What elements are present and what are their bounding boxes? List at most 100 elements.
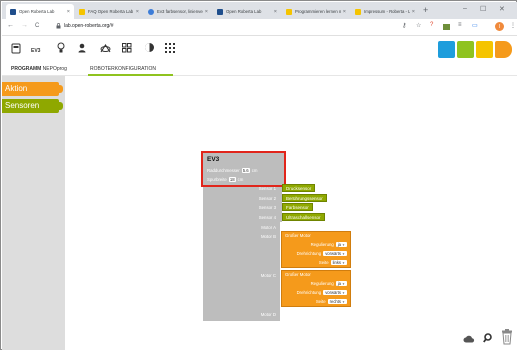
user-icon[interactable] <box>78 43 86 53</box>
gallery-icon[interactable] <box>100 44 111 53</box>
browser-tab-impressum[interactable]: Impressum - Roberta - Le... × <box>351 4 419 19</box>
dropdown-arrow-icon: ▼ <box>342 242 345 247</box>
wheel-diameter-input[interactable]: 5.6 <box>241 168 250 173</box>
editor-tabs: PROGRAMM NEPOprog ROBOTERKONFIGURATION <box>2 63 517 76</box>
tab-robot-configuration-label: ROBOTERKONFIGURATION <box>90 66 157 72</box>
close-tab-icon[interactable]: × <box>274 9 277 15</box>
motor-block-c[interactable]: Großer Motor Regulierung ja ▼ Drehrichtun… <box>281 270 351 307</box>
bookmark-star-icon[interactable]: ☆ <box>416 22 421 29</box>
close-window-button[interactable]: ✕ <box>499 5 505 13</box>
browser-tab-open-roberta-2[interactable]: Open Roberta Lab × <box>213 4 281 19</box>
sensor-block-drucksensor[interactable]: Drucksensor <box>282 184 316 192</box>
direction-row: Drehrichtung vorwärts ▼ <box>297 290 347 295</box>
category-connector <box>58 102 63 110</box>
browser-tab-ev3-farbsensor[interactable]: Ev3 farbsensor, linienver... × <box>144 4 212 19</box>
dropdown-arrow-icon: ▼ <box>342 299 345 304</box>
tab-title: Open Roberta Lab <box>226 9 262 14</box>
cast-icon[interactable]: ▭ <box>472 22 478 29</box>
sensor-block-ultraschallsensor[interactable]: Ultraschallsensor <box>282 213 325 221</box>
motor-port-label: Motor D <box>260 312 276 317</box>
blockly-workspace[interactable]: Aktion Sensoren EV3 Raddurchmesser 5.6 c… <box>2 76 517 350</box>
track-width-input[interactable]: 18 <box>228 177 236 182</box>
roberta-favicon-icon <box>355 8 361 15</box>
close-tab-icon[interactable]: × <box>412 9 415 15</box>
dropdown-value: vorwärts <box>325 251 342 256</box>
ev3-brick-block[interactable]: EV3 Raddurchmesser 5.6 cm Spurbreite 18 … <box>201 151 286 187</box>
side-dropdown[interactable]: links ▼ <box>330 260 347 265</box>
regulation-dropdown[interactable]: ja ▼ <box>335 281 347 286</box>
zoom-icon[interactable] <box>483 333 492 343</box>
logo-block <box>476 41 493 58</box>
sensor-name: Farbsensor <box>286 205 309 210</box>
side-row: Seite rechts ▼ <box>316 299 347 304</box>
side-row: Seite links ▼ <box>319 260 347 265</box>
category-sensoren[interactable]: Sensoren <box>2 99 63 113</box>
close-tab-icon[interactable]: × <box>343 9 346 15</box>
tab-title: Ev3 farbsensor, linienver... <box>157 9 203 14</box>
program-name: NEPOprog <box>42 66 67 72</box>
regulation-dropdown[interactable]: ja ▼ <box>335 242 347 247</box>
ev3-block-title: EV3 <box>207 156 220 163</box>
robot-type-label[interactable]: EV3 <box>31 46 40 56</box>
sensor-block-beruehrungssensor[interactable]: Berührungssensor <box>282 194 327 202</box>
regulation-row: Regulierung ja ▼ <box>311 242 347 247</box>
browser-tab-faq[interactable]: FAQ Open Roberta Lab | Robo... × <box>75 4 143 19</box>
sensor-block-farbsensor[interactable]: Farbsensor <box>282 203 313 211</box>
tab-robot-configuration[interactable]: ROBOTERKONFIGURATION <box>90 66 156 72</box>
tab-program-label: PROGRAMM <box>11 66 42 72</box>
sensor-name: Ultraschallsensor <box>286 215 321 220</box>
address-bar[interactable]: lab.open-roberta.org/# <box>56 23 113 29</box>
extension-help-icon[interactable]: ? <box>430 22 433 28</box>
app-toolbar: EV3 <box>2 36 517 63</box>
grid-icon[interactable] <box>122 43 132 53</box>
side-label: Seite <box>315 299 326 304</box>
close-tab-icon[interactable]: × <box>67 9 70 15</box>
trash-icon[interactable] <box>501 329 513 345</box>
dropdown-value: links <box>332 260 342 265</box>
tab-title: Programmieren lernen mit... <box>295 9 341 14</box>
browser-tab-programmieren[interactable]: Programmieren lernen mit... × <box>282 4 350 19</box>
cloud-upload-icon[interactable] <box>463 334 475 343</box>
apps-icon[interactable] <box>165 43 175 53</box>
dropdown-arrow-icon: ▼ <box>342 281 345 286</box>
lock-icon <box>56 23 61 29</box>
category-aktion[interactable]: Aktion <box>2 82 63 96</box>
category-toolbox: Aktion Sensoren <box>2 76 65 350</box>
minimize-button[interactable]: – <box>463 5 467 12</box>
link-favicon-icon <box>148 8 154 15</box>
logo-block <box>438 41 455 58</box>
dropdown-value: vorwärts <box>325 290 342 295</box>
dropdown-arrow-icon: ▼ <box>342 290 345 295</box>
sensor-port-label: Sensor 3 <box>258 205 276 210</box>
direction-dropdown[interactable]: vorwärts ▼ <box>323 251 347 256</box>
close-tab-icon[interactable]: × <box>205 9 208 15</box>
open-roberta-favicon-icon <box>217 8 223 15</box>
close-tab-icon[interactable]: × <box>136 9 139 15</box>
motor-port-label: Motor A <box>261 225 276 230</box>
browser-tab-open-roberta[interactable]: Open Roberta Lab × <box>6 4 74 19</box>
reload-button[interactable]: C <box>35 23 39 29</box>
motor-block-b[interactable]: Großer Motor Regulierung ja ▼ Drehrichtun… <box>281 231 351 268</box>
dropdown-arrow-icon: ▼ <box>342 260 345 265</box>
motor-title: Großer Motor <box>285 233 311 238</box>
robot-home-icon[interactable] <box>11 43 21 54</box>
roberta-favicon-icon <box>286 8 292 15</box>
key-icon[interactable]: ⚷ <box>402 22 406 29</box>
browser-menu-icon[interactable]: ⋮ <box>510 22 516 29</box>
extension-menu-icon[interactable]: ≡ <box>458 22 462 28</box>
extension-icon[interactable] <box>443 24 450 30</box>
maximize-button[interactable]: ☐ <box>480 5 486 13</box>
lightbulb-icon[interactable] <box>57 42 65 54</box>
logo-block <box>457 41 474 58</box>
side-dropdown[interactable]: rechts ▼ <box>327 299 347 304</box>
forward-button[interactable]: → <box>21 22 28 29</box>
track-width-row: Spurbreite 18 cm <box>207 177 243 182</box>
back-button[interactable]: ← <box>7 22 14 29</box>
logo-block <box>495 41 512 58</box>
new-tab-button[interactable]: + <box>423 5 428 15</box>
direction-dropdown[interactable]: vorwärts ▼ <box>323 290 347 295</box>
language-icon[interactable] <box>144 42 155 53</box>
tab-program[interactable]: PROGRAMM NEPOprog <box>11 66 67 72</box>
profile-avatar[interactable]: I <box>495 22 504 31</box>
dropdown-value: ja <box>337 281 342 286</box>
